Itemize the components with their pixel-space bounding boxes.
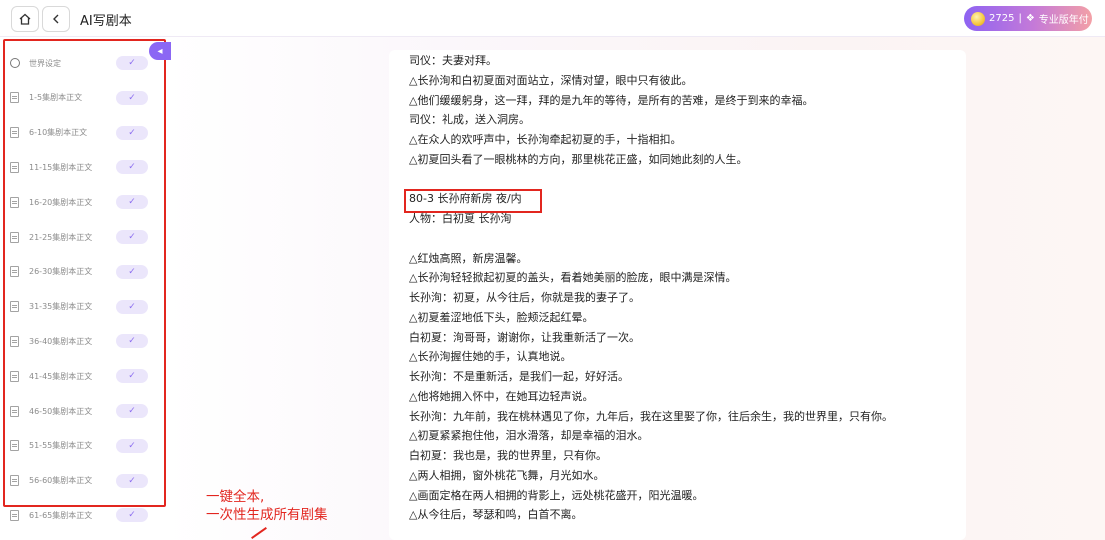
script-line: △初夏紧紧抱住他，泪水滑落，却是幸福的泪水。 [409, 429, 649, 443]
script-line: 长孙洵：九年前，我在桃林遇见了你，九年后，我在这里娶了你，往后余生，我的世界里，… [409, 409, 893, 423]
credit-count: 2725 [989, 13, 1015, 24]
home-button[interactable] [11, 6, 39, 32]
script-line: 长孙洵：初夏，从今往后，你就是我的妻子了。 [409, 291, 640, 304]
app-title: AI写剧本 [80, 14, 132, 29]
collapse-icon: ◂ [157, 45, 163, 57]
script-line: △长孙洵握住她的手，认真地说。 [409, 350, 572, 364]
sidebar-highlight-box [3, 39, 166, 507]
script-line: △红烛高照，新房温馨。 [409, 251, 528, 265]
script-line: 司仪：夫妻对拜。 [409, 54, 497, 67]
collapse-sidebar-button[interactable]: ◂ [149, 42, 171, 60]
script-line: △长孙洵轻轻掀起初夏的盖头，看着她美丽的脸庞，眼中满是深情。 [409, 271, 737, 285]
script-line: △他们缓缓躬身，这一拜，拜的是九年的等待，是所有的苦难，是终于到来的幸福。 [409, 93, 814, 107]
script-line: 长孙洵：不是重新活，是我们一起，好好活。 [409, 370, 629, 383]
script-line: △两人相拥，窗外桃花飞舞，月光如水。 [409, 468, 605, 482]
home-icon [19, 13, 31, 25]
badge-separator: | [1018, 13, 1022, 24]
script-line: 白初夏：洵哥哥，谢谢你，让我重新活了一次。 [409, 330, 640, 344]
membership-badge[interactable]: 2725 | ❖ 专业版年付 [964, 6, 1092, 31]
plan-label: 专业版年付 [1038, 15, 1089, 26]
script-line: △画面定格在两人相拥的背影上，远处桃花盛开，阳光温暖。 [409, 488, 704, 502]
back-button[interactable] [42, 6, 70, 32]
script-line: 80-3 长孙府新房 夜/内 [409, 192, 522, 206]
script-line: 人物：白初夏 长孙洵 [409, 212, 512, 225]
check-icon: ✓ [116, 508, 148, 523]
annotation-line-2: 一次性生成所有剧集 [206, 507, 328, 523]
doc-icon [10, 509, 19, 521]
script-line: △长孙洵和白初夏面对面站立，深情对望，眼中只有彼此。 [409, 73, 693, 87]
script-line: △从今往后，琴瑟和鸣，白首不离。 [409, 508, 583, 522]
script-line: △他将她拥入怀中，在她耳边轻声说。 [409, 389, 594, 403]
top-bar: AI写剧本 2725 | ❖ 专业版年付 [0, 0, 1105, 37]
script-line: △在众人的欢呼声中，长孙洵牵起初夏的手，十指相扣。 [409, 133, 682, 146]
script-line: 司仪：礼成，送入洞房。 [409, 113, 530, 127]
vip-icon: ❖ [1025, 13, 1035, 24]
script-editor[interactable]: 司仪：夫妻对拜。 △长孙洵和白初夏面对面站立，深情对望，眼中只有彼此。 △他们缓缓躬… [389, 50, 966, 540]
script-line: △初夏回头看了一眼桃林的方向，那里桃花正盛，如同她此刻的人生。 [409, 152, 748, 166]
annotation-line-1: 一键全本, [206, 489, 265, 505]
script-line: △初夏羞涩地低下头，脸颊泛起红晕。 [409, 310, 594, 324]
coin-icon [971, 11, 985, 26]
script-line: 白初夏：我也是，我的世界里，只有你。 [409, 449, 607, 462]
annotation-callout: 一键全本, 一次性生成所有剧集 [206, 488, 328, 524]
chevron-left-icon [53, 14, 59, 24]
sidebar-item[interactable]: 61-65集剧本正文 ✓ [10, 506, 150, 524]
